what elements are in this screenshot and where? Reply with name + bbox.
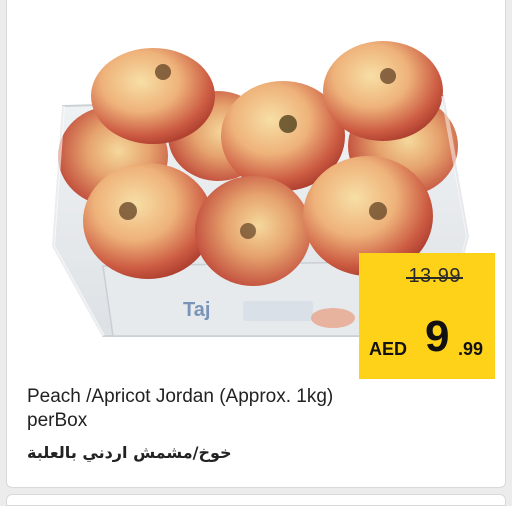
product-title-arabic: خوخ/مشمش اردني بالعلبة <box>27 443 232 462</box>
next-product-card[interactable] <box>6 494 506 506</box>
product-title-line1: Peach /Apricot Jordan (Approx. 1kg) <box>27 386 334 407</box>
product-title[interactable]: Peach /Apricot Jordan (Approx. 1kg) perB… <box>27 385 467 433</box>
price-tag: 13.99 AED 9 .99 <box>359 253 495 379</box>
product-card[interactable]: Taj 13.99 AED 9 .99 Peach /Apricot Jorda… <box>6 0 506 488</box>
price-main: 9 <box>425 312 450 361</box>
old-price: 13.99 <box>406 265 463 287</box>
box-brand-logo: Taj <box>183 299 210 321</box>
currency-label: AED <box>369 339 408 359</box>
peach <box>83 163 213 279</box>
peach <box>91 48 215 144</box>
price-cents: .99 <box>458 339 484 359</box>
product-title-line2: perBox <box>27 410 88 431</box>
peach <box>323 41 443 141</box>
